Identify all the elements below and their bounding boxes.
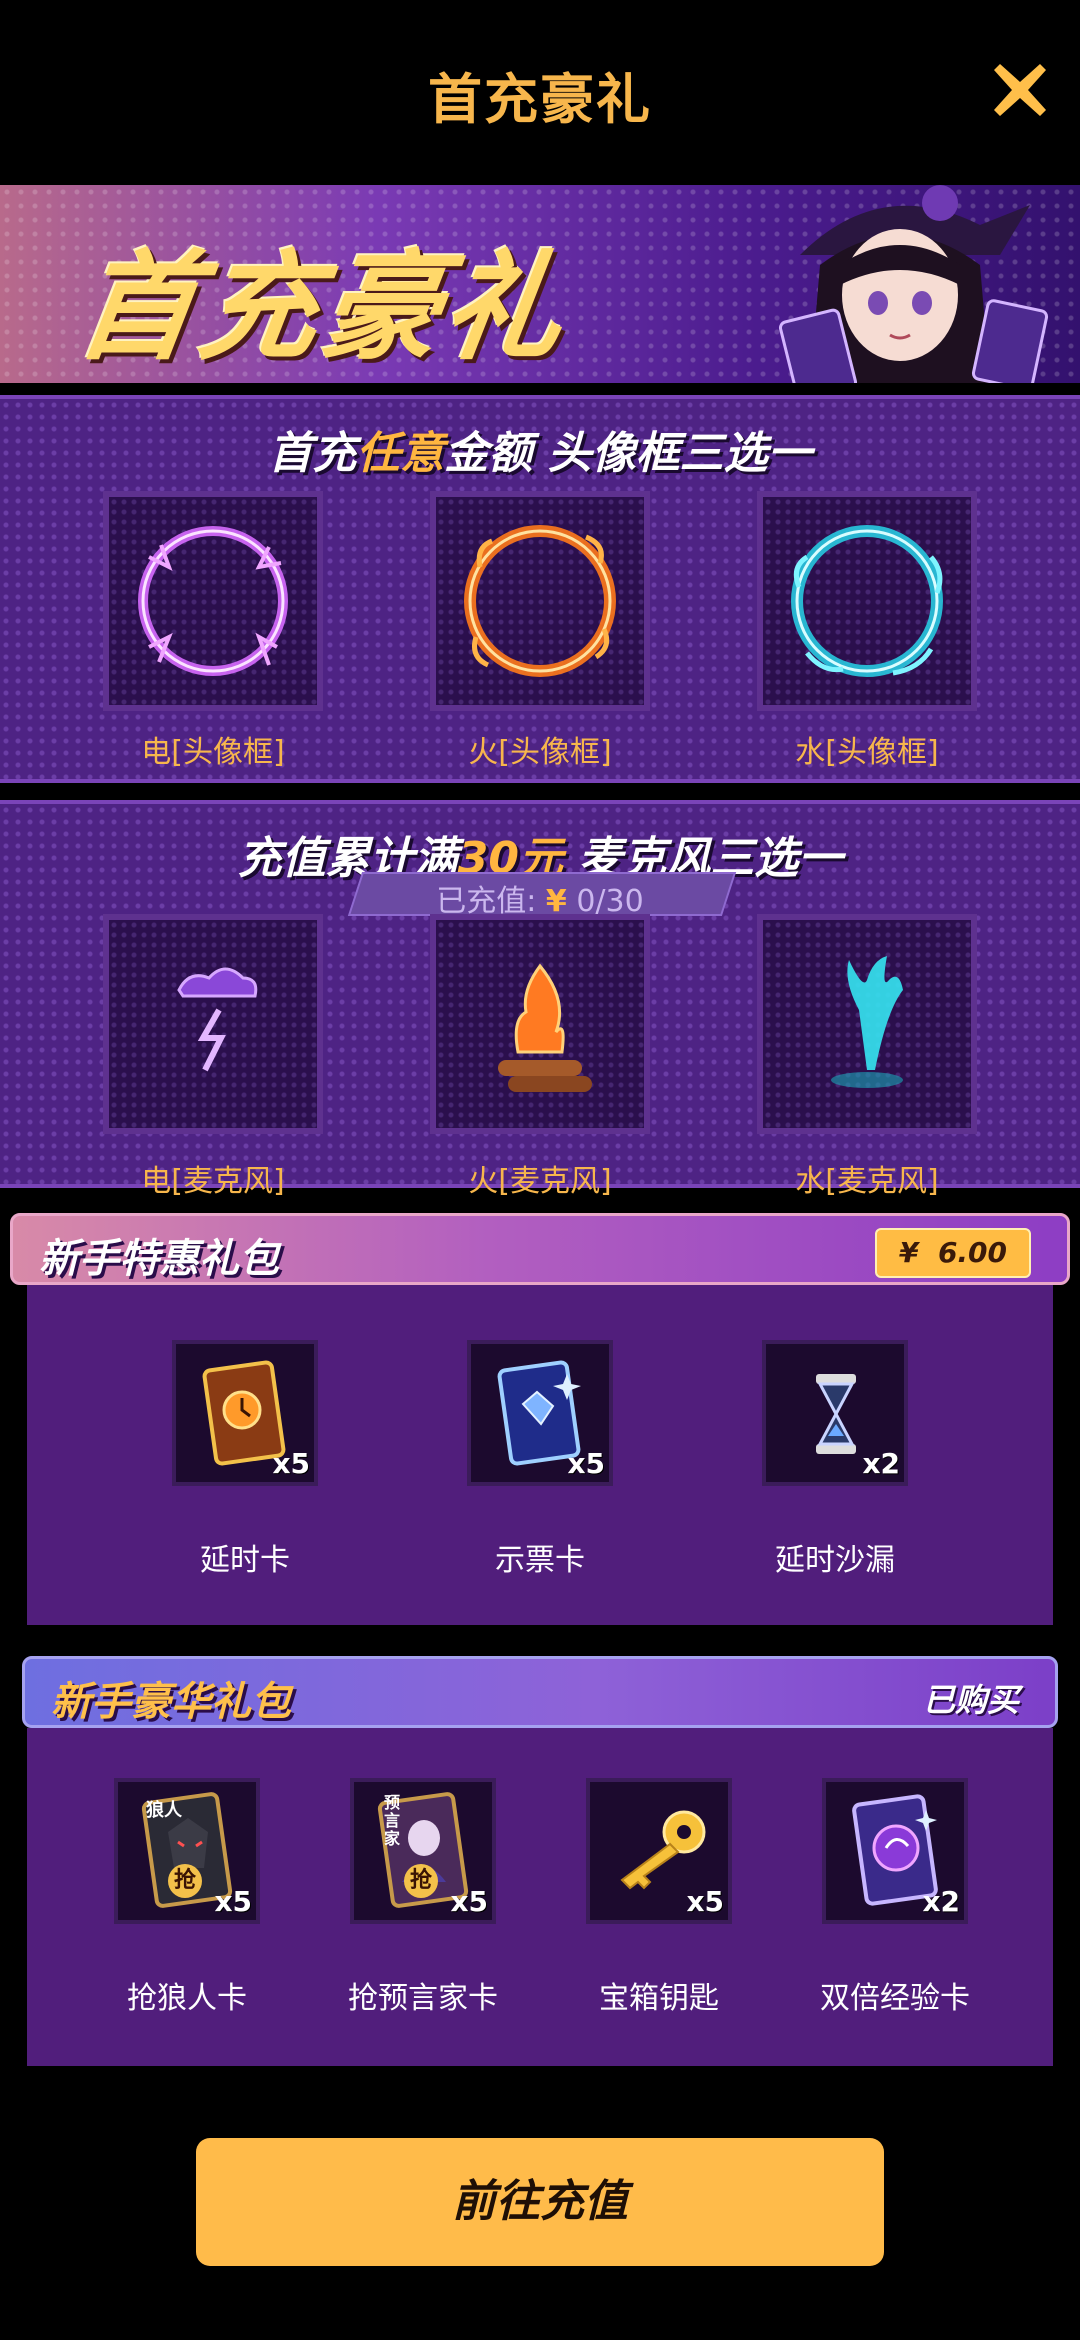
grab-badge: 抢: [404, 1864, 438, 1898]
avatar-frame-section-title: 首充任意金额 头像框三选一: [268, 428, 812, 479]
avatar-frame-electric[interactable]: [103, 491, 323, 711]
close-icon[interactable]: [990, 60, 1050, 120]
item-label: 宝箱钥匙: [599, 1981, 719, 2016]
avatar-frame-fire-label: 火[头像框]: [468, 735, 612, 770]
banner-title: 首充豪礼: [68, 238, 577, 376]
fire-mic-icon: [498, 963, 592, 1092]
newbie-deluxe-pack-header: 新手豪华礼包 已购买: [22, 1656, 1058, 1728]
item-label: 抢预言家卡: [348, 1981, 498, 2016]
microphone-fire[interactable]: [430, 914, 650, 1134]
purchased-status: 已购买: [922, 1681, 1019, 1719]
item-quantity: x5: [567, 1447, 605, 1480]
pack2-item-seer-card[interactable]: 预言家 抢 x5: [350, 1778, 496, 1924]
item-quantity: x2: [922, 1885, 960, 1918]
avatar-frame-section: 首充任意金额 头像框三选一 电[头像框] 火[头像框] 水[头像框]: [0, 395, 1080, 783]
item-quantity: x2: [862, 1447, 900, 1480]
pack2-item-chest-key[interactable]: x5: [586, 1778, 732, 1924]
item-label: 双倍经验卡: [820, 1981, 970, 2016]
microphone-electric[interactable]: [103, 914, 323, 1134]
pack1-item-hourglass[interactable]: x2: [762, 1340, 908, 1486]
pack2-item-werewolf-card[interactable]: 狼人 抢 x5: [114, 1778, 260, 1924]
electric-ring-icon: [138, 526, 288, 676]
item-label: 抢狼人卡: [127, 1981, 247, 2016]
microphone-fire-label: 火[麦克风]: [468, 1164, 612, 1199]
item-quantity: x5: [214, 1885, 252, 1918]
item-quantity: x5: [686, 1885, 724, 1918]
fire-ring-icon: [464, 525, 616, 677]
card-text: 预言家: [384, 1793, 401, 1848]
water-ring-icon: [791, 525, 943, 677]
newbie-discount-pack-body: x5 延时卡 x5 示票卡 x2 延时沙漏: [27, 1285, 1053, 1625]
hero-banner: 首充豪礼: [0, 185, 1080, 383]
pack2-item-double-exp-card[interactable]: x2: [822, 1778, 968, 1924]
newbie-deluxe-pack-title: 新手豪华礼包: [51, 1679, 291, 1725]
buy-price-button[interactable]: ¥ 6.00: [875, 1228, 1031, 1278]
item-label: 延时卡: [200, 1543, 290, 1578]
yen-icon: ¥: [898, 1236, 919, 1269]
avatar-frame-water[interactable]: [757, 491, 977, 711]
page-title: 首充豪礼: [428, 68, 652, 131]
grab-badge: 抢: [168, 1864, 202, 1898]
newbie-discount-pack-header: 新手特惠礼包 ¥ 6.00: [10, 1213, 1070, 1285]
card-text: 狼人: [146, 1800, 182, 1821]
item-label: 示票卡: [495, 1543, 585, 1578]
go-recharge-button[interactable]: 前往充值: [196, 2138, 884, 2266]
electric-mic-icon: [177, 967, 258, 1072]
newbie-discount-pack-title: 新手特惠礼包: [39, 1236, 279, 1282]
avatar-frame-electric-label: 电[头像框]: [141, 735, 285, 770]
pack1-item-delay-card[interactable]: x5: [172, 1340, 318, 1486]
microphone-section: 充值累计满30元 麦克风三选一 已充值: ¥ 0/30 电[麦克风] 火[麦克风…: [0, 800, 1080, 1199]
item-quantity: x5: [272, 1447, 310, 1480]
avatar-frame-fire[interactable]: [430, 491, 650, 711]
water-mic-icon: [831, 956, 903, 1088]
item-label: 延时沙漏: [775, 1543, 895, 1578]
top-bar: 首充豪礼: [0, 0, 1080, 185]
character-illustration: [778, 185, 1049, 383]
microphone-water[interactable]: [757, 914, 977, 1134]
newbie-deluxe-pack-body: 狼人 抢 x5 抢狼人卡 预言家 抢 x5 抢预言家卡 x5 宝箱钥匙 x2 双: [27, 1728, 1053, 2066]
pack1-item-vote-card[interactable]: x5: [467, 1340, 613, 1486]
microphone-electric-label: 电[麦克风]: [141, 1164, 285, 1199]
microphone-water-label: 水[麦克风]: [795, 1164, 939, 1199]
avatar-frame-water-label: 水[头像框]: [795, 735, 939, 770]
close-button[interactable]: [990, 60, 1050, 120]
item-quantity: x5: [450, 1885, 488, 1918]
